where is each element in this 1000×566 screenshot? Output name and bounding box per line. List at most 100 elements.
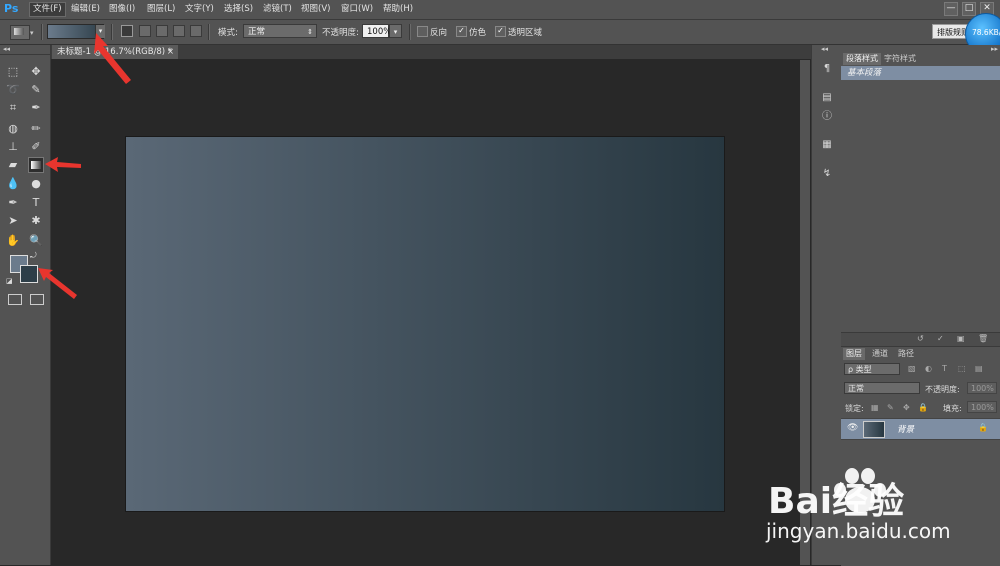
opacity-label: 不透明度: bbox=[322, 28, 359, 38]
opacity-input[interactable]: 100% bbox=[362, 24, 391, 38]
lock-all-icon[interactable]: 🔒 bbox=[918, 403, 928, 412]
history-panel-icon[interactable]: ↯ bbox=[820, 167, 834, 181]
layer-filter-select[interactable]: ρ 类型 bbox=[844, 363, 900, 375]
commit-icon[interactable]: ✓ bbox=[937, 334, 944, 343]
collapse-toolbox-icon[interactable]: ◂◂ bbox=[3, 45, 10, 53]
zoom-tool-icon[interactable]: 🔍 bbox=[29, 234, 43, 248]
layer-row-background[interactable]: 👁 背景 🔒 bbox=[841, 418, 1000, 440]
menu-edit[interactable]: 编辑(E) bbox=[68, 3, 103, 16]
filter-shape-icon[interactable]: ⬚ bbox=[958, 364, 966, 373]
menu-file[interactable]: 文件(F) bbox=[29, 2, 66, 17]
document-canvas[interactable] bbox=[126, 137, 724, 511]
gradient-tool-button[interactable] bbox=[28, 157, 44, 173]
crop-tool-icon[interactable]: ⌗ bbox=[6, 101, 20, 115]
tab-channels[interactable]: 通道 bbox=[869, 348, 891, 360]
divider bbox=[41, 24, 43, 40]
menu-select[interactable]: 选择(S) bbox=[221, 3, 256, 16]
tab-paragraph-styles[interactable]: 段落样式 bbox=[843, 53, 881, 65]
filter-smart-icon[interactable]: ▤ bbox=[975, 364, 983, 373]
swap-colors-icon[interactable]: ⤾ bbox=[30, 251, 37, 261]
info-panel-icon[interactable]: ⓘ bbox=[820, 110, 834, 124]
toolbox: ◂◂ ⬚ ✥ ➰ ✎ ⌗ ✒ ◍ ✏ ⊥ ✐ ▰ 💧 ● ✒ T ➤ ✱ ✋ 🔍… bbox=[0, 45, 51, 565]
lasso-tool-icon[interactable]: ➰ bbox=[6, 83, 20, 97]
reflected-gradient-button[interactable] bbox=[173, 25, 185, 37]
filter-pixel-icon[interactable]: ▧ bbox=[908, 364, 916, 373]
chevron-updown-icon: ⇕ bbox=[307, 28, 313, 36]
collapse-panel-icon[interactable]: ▸▸ bbox=[991, 45, 998, 53]
move-tool-icon[interactable]: ✥ bbox=[29, 65, 43, 79]
menu-filter[interactable]: 滤镜(T) bbox=[260, 3, 295, 16]
history-brush-tool-icon[interactable]: ✐ bbox=[29, 140, 43, 154]
divider bbox=[0, 54, 50, 55]
watermark-url: jingyan.baidu.com bbox=[765, 519, 951, 543]
path-selection-tool-icon[interactable]: ➤ bbox=[6, 214, 20, 228]
layer-lock-icon: 🔒 bbox=[978, 423, 988, 432]
linear-gradient-button[interactable] bbox=[121, 25, 133, 37]
screen-mode-icon[interactable] bbox=[30, 294, 44, 305]
menu-layer[interactable]: 图层(L) bbox=[144, 3, 178, 16]
reverse-checkbox[interactable] bbox=[417, 26, 428, 37]
properties-panel-icon[interactable]: ▤ bbox=[820, 91, 834, 105]
radial-gradient-button[interactable] bbox=[139, 25, 151, 37]
diamond-gradient-button[interactable] bbox=[190, 25, 202, 37]
blend-mode-select[interactable]: 正常 bbox=[844, 382, 920, 394]
type-tool-icon[interactable]: T bbox=[29, 196, 43, 210]
dither-checkbox[interactable]: ✓ bbox=[456, 26, 467, 37]
close-tab-icon[interactable]: × bbox=[167, 45, 174, 59]
layer-name: 背景 bbox=[897, 425, 915, 435]
divider bbox=[208, 24, 210, 40]
paragraph-panel-icon[interactable]: ¶ bbox=[820, 62, 834, 76]
document-title: 未标题-1 @ 16.7%(RGB/8) * bbox=[57, 47, 173, 57]
new-style-icon[interactable]: ▣ bbox=[957, 334, 965, 343]
swatches-panel-icon[interactable]: ▦ bbox=[820, 138, 834, 152]
mode-select[interactable]: 正常 ⇕ bbox=[243, 24, 317, 38]
pen-tool-icon[interactable]: ✒ bbox=[6, 196, 20, 210]
clear-override-icon[interactable]: ↺ bbox=[917, 334, 924, 343]
background-color-swatch[interactable] bbox=[20, 265, 38, 283]
blur-tool-icon[interactable]: 💧 bbox=[6, 177, 20, 191]
gradient-dropdown-arrow[interactable]: ▾ bbox=[95, 25, 105, 38]
delete-icon[interactable]: 🗑 bbox=[978, 334, 988, 343]
quick-mask-icon[interactable] bbox=[8, 294, 22, 305]
paragraph-style-item[interactable]: 基本段落 bbox=[841, 66, 1000, 80]
fill-input[interactable]: 100% bbox=[967, 401, 997, 413]
layer-opacity-input[interactable]: 100% bbox=[967, 382, 997, 394]
maximize-button[interactable]: □ bbox=[962, 2, 976, 16]
tool-preset-picker[interactable] bbox=[10, 25, 30, 40]
document-tab[interactable]: 未标题-1 @ 16.7%(RGB/8) * × bbox=[52, 45, 178, 59]
transparency-checkbox[interactable]: ✓ bbox=[495, 26, 506, 37]
default-colors-icon[interactable]: ◪ bbox=[6, 277, 13, 285]
opacity-dropdown[interactable]: ▾ bbox=[389, 24, 402, 38]
menu-type[interactable]: 文字(Y) bbox=[182, 3, 217, 16]
tab-layers[interactable]: 图层 bbox=[843, 348, 865, 360]
custom-shape-tool-icon[interactable]: ✱ bbox=[29, 214, 43, 228]
eyedropper-tool-icon[interactable]: ✒ bbox=[29, 101, 43, 115]
lock-position-icon[interactable]: ✥ bbox=[903, 403, 910, 412]
filter-adjustment-icon[interactable]: ◐ bbox=[925, 364, 932, 373]
dodge-tool-icon[interactable]: ● bbox=[29, 177, 43, 191]
menu-help[interactable]: 帮助(H) bbox=[380, 3, 416, 16]
marquee-tool-icon[interactable]: ⬚ bbox=[6, 65, 20, 79]
filter-type-icon[interactable]: T bbox=[942, 364, 947, 373]
layer-opacity-label: 不透明度: bbox=[925, 385, 960, 394]
hand-tool-icon[interactable]: ✋ bbox=[6, 234, 20, 248]
brush-tool-icon[interactable]: ✏ bbox=[29, 122, 43, 136]
lock-transparent-icon[interactable]: ▦ bbox=[871, 403, 879, 412]
clone-stamp-tool-icon[interactable]: ⊥ bbox=[6, 140, 20, 154]
angle-gradient-button[interactable] bbox=[156, 25, 168, 37]
menu-view[interactable]: 视图(V) bbox=[298, 3, 333, 16]
menu-window[interactable]: 窗口(W) bbox=[338, 3, 376, 16]
tab-character-styles[interactable]: 字符样式 bbox=[881, 53, 919, 65]
layer-thumbnail bbox=[863, 421, 885, 438]
minimize-button[interactable]: — bbox=[944, 2, 958, 16]
divider bbox=[111, 24, 113, 40]
lock-pixels-icon[interactable]: ✎ bbox=[887, 403, 894, 412]
menu-image[interactable]: 图像(I) bbox=[106, 3, 138, 16]
eraser-tool-icon[interactable]: ▰ bbox=[6, 158, 20, 172]
expand-dock-icon[interactable]: ◂◂ bbox=[821, 45, 828, 53]
spot-healing-tool-icon[interactable]: ◍ bbox=[6, 122, 20, 136]
quick-selection-tool-icon[interactable]: ✎ bbox=[29, 83, 43, 97]
eye-icon[interactable]: 👁 bbox=[847, 423, 858, 433]
tab-paths[interactable]: 路径 bbox=[895, 348, 917, 360]
fill-label: 填充: bbox=[943, 404, 962, 413]
